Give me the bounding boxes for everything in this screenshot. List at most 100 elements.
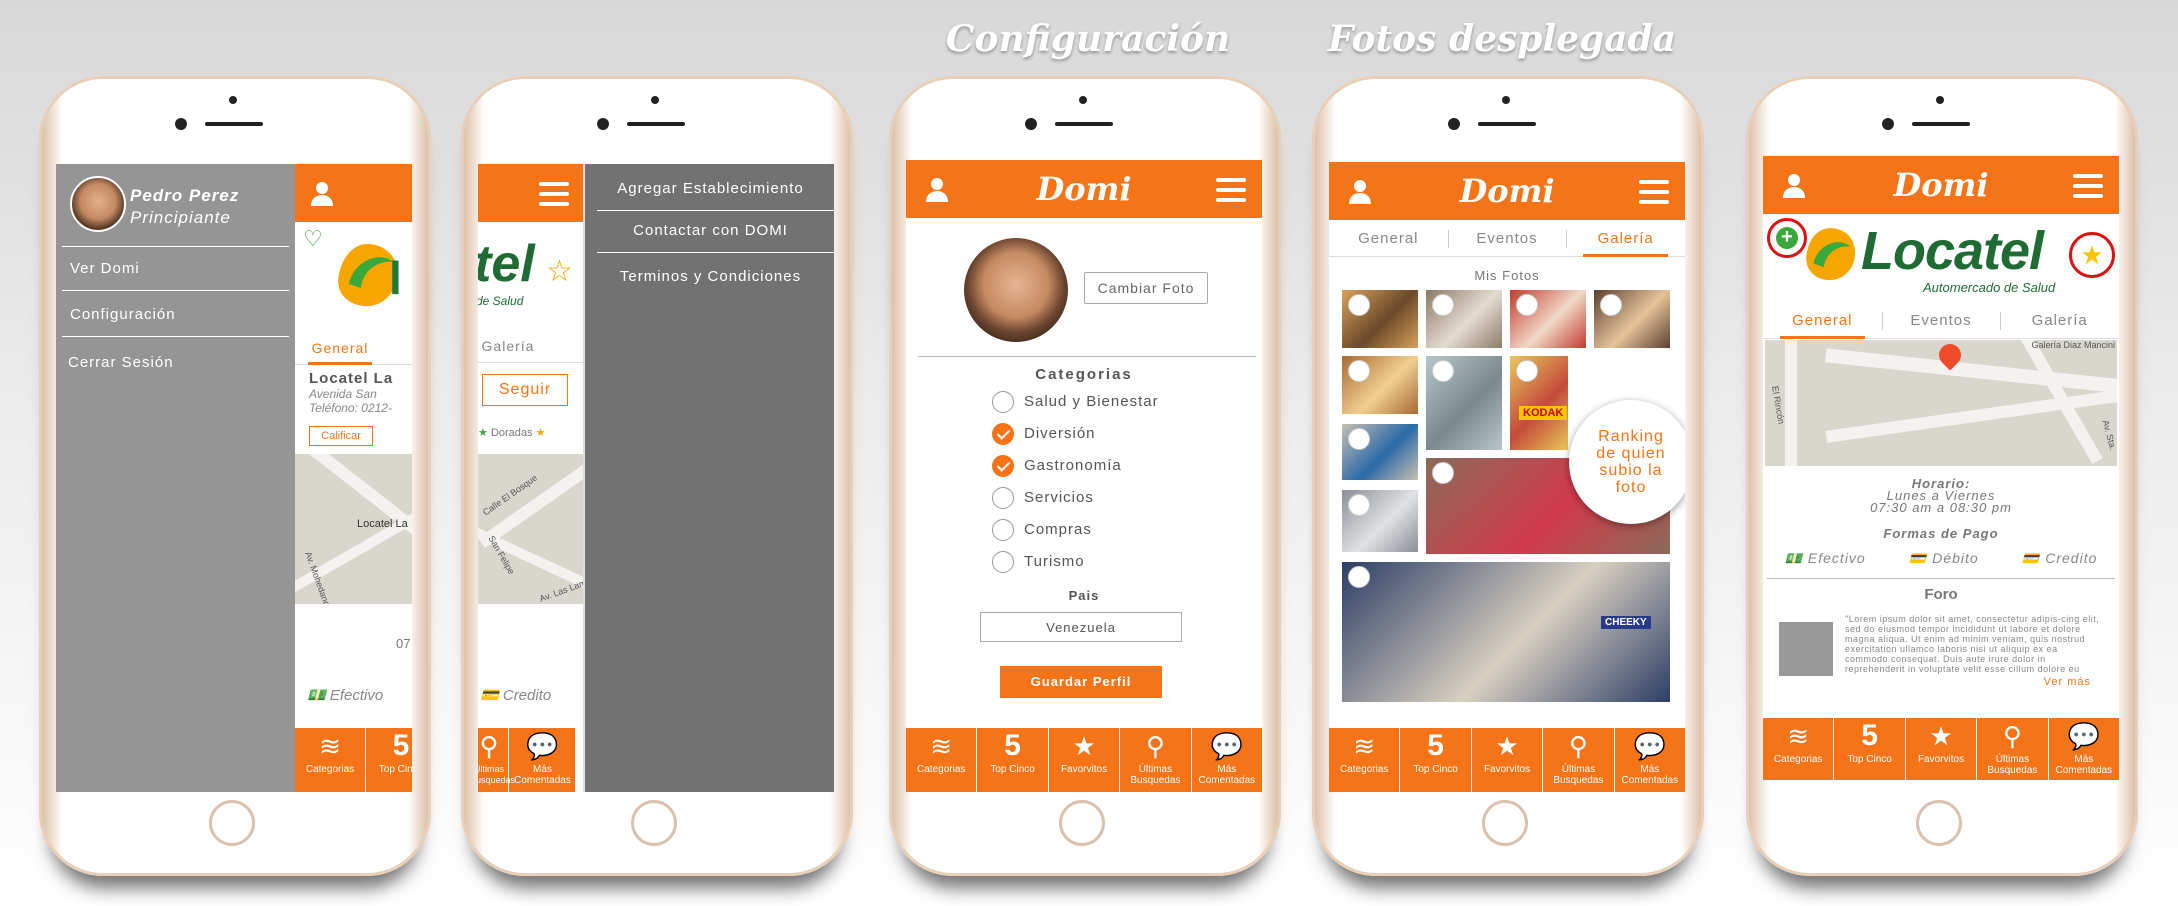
checkbox[interactable] <box>992 551 1014 574</box>
photo-select-toggle[interactable] <box>1348 566 1370 588</box>
gallery-photo[interactable] <box>1342 290 1418 348</box>
checkbox[interactable] <box>992 391 1014 414</box>
gallery-photo[interactable] <box>1594 290 1670 348</box>
menu-item-ver-domi[interactable]: Ver Domi <box>70 260 140 277</box>
photo-select-toggle[interactable] <box>1432 462 1454 484</box>
nav-mas-comentadas[interactable]: 💬 Más Comentadas <box>1190 728 1262 792</box>
checkbox-checked[interactable] <box>992 423 1014 446</box>
tab-general[interactable]: General <box>1763 304 1882 339</box>
heading-fotos-desplegada: Fotos desplegada <box>1327 18 1677 60</box>
nav-ultimas-busquedas[interactable]: ⚲Últimas Busquedas <box>1119 728 1190 792</box>
nav-favoritos[interactable]: ★ Favorvitos <box>1470 728 1542 792</box>
home-button[interactable] <box>1916 800 1962 846</box>
category-salud[interactable]: Salud y Bienestar <box>992 386 1159 418</box>
follow-button[interactable]: Seguir <box>482 374 568 406</box>
right-menu-drawer: Agregar Establecimiento Contactar con DO… <box>583 164 834 792</box>
photo-select-toggle[interactable] <box>1600 294 1622 316</box>
menu-item-contactar-domi[interactable]: Contactar con DOMI <box>585 222 834 239</box>
gallery-photo[interactable] <box>1426 356 1502 450</box>
category-servicios[interactable]: Servicios <box>992 482 1159 514</box>
checkbox-checked[interactable] <box>992 455 1014 478</box>
menu-item-agregar-establecimiento[interactable]: Agregar Establecimiento <box>585 180 834 197</box>
nav-mas-comentadas[interactable]: 💬 Más Comentadas <box>2047 718 2119 780</box>
photo-select-toggle[interactable] <box>1348 494 1370 516</box>
checkbox[interactable] <box>992 519 1014 542</box>
menu-icon[interactable] <box>1216 178 1246 202</box>
gallery-photo[interactable] <box>1342 490 1418 552</box>
nav-top-cinco[interactable]: 5Top Cinco <box>1833 718 1904 780</box>
menu-item-terminos[interactable]: Terminos y Condiciones <box>585 268 834 285</box>
save-profile-button[interactable]: Guardar Perfil <box>1000 666 1162 698</box>
nav-top-cinco[interactable]: 5Top Cinco <box>976 728 1047 792</box>
more-link[interactable]: Ver más <box>2044 676 2091 688</box>
gallery-photo[interactable] <box>1426 290 1502 348</box>
photo-select-toggle[interactable] <box>1348 294 1370 316</box>
tab-galeria[interactable]: Galería <box>2000 304 2119 338</box>
photo-select-toggle[interactable] <box>1516 360 1538 382</box>
chat-icon: 💬 <box>1633 730 1667 761</box>
tab-galeria[interactable]: Galería <box>1566 222 1685 257</box>
nav-mas-comentadas[interactable]: 💬 Más Comentadas <box>508 728 576 792</box>
menu-item-cerrar-sesion[interactable]: Cerrar Sesión <box>68 354 174 371</box>
nav-ultimas-busquedas[interactable]: ⚲Últimas Busquedas <box>1542 728 1613 792</box>
home-button[interactable] <box>1059 800 1105 846</box>
category-turismo[interactable]: Turismo <box>992 546 1159 578</box>
avatar[interactable] <box>70 176 126 232</box>
chat-icon: 💬 <box>1210 730 1244 761</box>
nav-favoritos[interactable]: ★ Favorvitos <box>1904 718 1976 780</box>
tab-general[interactable]: General <box>295 332 385 365</box>
gallery-photo[interactable] <box>1510 290 1586 348</box>
star-icon[interactable]: ☆ <box>546 254 573 289</box>
logo-tagline: Automercado de Salud <box>1923 280 2056 295</box>
map-behind[interactable]: Calle El Bosque San Felipe Av. Las Lamas <box>478 454 583 604</box>
user-icon[interactable] <box>309 180 335 206</box>
home-button[interactable] <box>209 800 255 846</box>
tab-eventos[interactable]: Eventos <box>1447 222 1567 256</box>
nav-top-cinco[interactable]: 5Top Cinco <box>1399 728 1470 792</box>
photo-select-toggle[interactable] <box>1516 294 1538 316</box>
nav-categorias[interactable]: ≋ Categorias <box>906 728 976 792</box>
gallery-photo[interactable] <box>1510 356 1568 450</box>
checkbox[interactable] <box>992 487 1014 510</box>
menu-icon[interactable] <box>539 182 569 206</box>
category-compras[interactable]: Compras <box>992 514 1159 546</box>
map[interactable]: Galería Diaz Mancini El Rincón Av. Sta. <box>1765 340 2117 466</box>
nav-favoritos[interactable]: ★ Favorvitos <box>1047 728 1119 792</box>
menu-icon[interactable] <box>2073 174 2103 198</box>
nav-ultimas-busquedas[interactable]: ⚲Últimas Busquedas <box>1976 718 2047 780</box>
nav-categorias[interactable]: ≋ Categorias <box>1329 728 1399 792</box>
tab-general[interactable]: General <box>1329 222 1448 256</box>
home-button[interactable] <box>631 800 677 846</box>
search-icon: ⚲ <box>1145 730 1165 761</box>
change-photo-button[interactable]: Cambiar Foto <box>1084 272 1208 304</box>
screen-detail: Domi + Locatel Automercado de Salud ★ Ge… <box>1763 156 2119 780</box>
nav-top-cinco[interactable]: 5Top Cinco <box>365 728 412 792</box>
home-button[interactable] <box>1482 800 1528 846</box>
gallery-photo[interactable] <box>1342 356 1418 414</box>
nav-mas-comentadas[interactable]: 💬 Más Comentadas <box>1613 728 1685 792</box>
nav-categorias[interactable]: ≋ Categorias <box>295 728 365 792</box>
map-behind[interactable]: Locatel La Av. Mohedano <box>295 454 412 604</box>
nav-categorias[interactable]: ≋ Categorias <box>1763 718 1833 780</box>
nav-ultimas-busquedas[interactable]: ⚲Últimas Busquedas <box>478 728 515 792</box>
logo-name: Locatel <box>1861 221 2044 281</box>
cash-icon: 💵 <box>1784 550 1804 566</box>
photo-select-toggle[interactable] <box>1432 294 1454 316</box>
rate-button[interactable]: Calificar <box>309 426 373 446</box>
tab-eventos[interactable]: Eventos <box>1881 304 2001 338</box>
photo-select-toggle[interactable] <box>1432 360 1454 382</box>
category-diversion[interactable]: Diversión <box>992 418 1159 450</box>
establishment-info: Locatel La Avenida San Teléfono: 0212- <box>309 370 394 415</box>
photo-select-toggle[interactable] <box>1348 360 1370 382</box>
phone-5: Domi + Locatel Automercado de Salud ★ Ge… <box>1746 76 2138 876</box>
tab-galeria[interactable]: Galería <box>478 330 538 362</box>
favorite-star-icon[interactable]: ★ <box>2069 232 2115 278</box>
menu-item-configuracion[interactable]: Configuración <box>70 306 176 323</box>
gallery-photo[interactable] <box>1342 424 1418 480</box>
photo-select-toggle[interactable] <box>1348 428 1370 450</box>
country-field[interactable]: Venezuela <box>980 612 1182 642</box>
doradas-badge: ★ Doradas ★ <box>478 427 546 439</box>
menu-icon[interactable] <box>1639 180 1669 204</box>
gallery-photo[interactable] <box>1342 562 1670 702</box>
category-gastronomia[interactable]: Gastronomía <box>992 450 1159 482</box>
